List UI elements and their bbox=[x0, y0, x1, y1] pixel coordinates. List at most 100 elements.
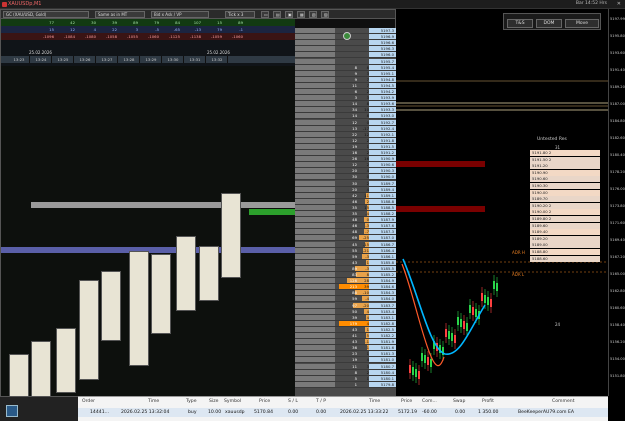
ladder-price: 5195.1 bbox=[369, 70, 396, 76]
col-size[interactable]: Size bbox=[209, 399, 218, 404]
col-time[interactable]: Time bbox=[148, 399, 159, 404]
ladder-volume: 50 bbox=[352, 308, 357, 314]
ladder-gray bbox=[295, 381, 335, 387]
tool-button-1[interactable]: ▭ bbox=[261, 11, 269, 18]
mode-selector[interactable]: Same as in MT bbox=[95, 11, 145, 18]
settings-gear-icon[interactable] bbox=[343, 32, 351, 40]
col-tp[interactable]: T / P bbox=[316, 399, 326, 404]
price-axis-label: 5151.80 bbox=[610, 374, 625, 378]
ladder-volume: 8 bbox=[354, 64, 357, 70]
footprint-bar[interactable] bbox=[79, 280, 99, 380]
summary-cell: 30 bbox=[91, 20, 96, 25]
footprint-bar[interactable] bbox=[221, 193, 241, 278]
col-time2[interactable]: Time bbox=[369, 399, 380, 404]
profile-row: 5191.80 2 bbox=[530, 150, 600, 156]
ts-button[interactable]: T&S bbox=[507, 19, 533, 28]
footprint-chart-area[interactable] bbox=[1, 66, 295, 396]
col-comment[interactable]: Comment bbox=[552, 399, 575, 404]
ladder-gray bbox=[295, 369, 335, 375]
ladder-gray bbox=[295, 302, 335, 308]
ladder-gray bbox=[295, 125, 335, 131]
ladder-delta: 12 bbox=[364, 131, 369, 137]
current-price-tag bbox=[249, 209, 295, 215]
tool-button-4[interactable]: ▦ bbox=[297, 11, 305, 18]
footprint-bar[interactable] bbox=[56, 328, 76, 393]
time-label: 13:29 bbox=[141, 56, 162, 63]
ladder-volume: 6 bbox=[354, 89, 357, 94]
profile-row: 5190.20 2 bbox=[530, 202, 600, 209]
footprint-bar[interactable] bbox=[101, 271, 121, 341]
ladder-delta: 8 bbox=[366, 272, 369, 277]
ladder-volume: 12 bbox=[352, 119, 357, 125]
bar-clock: Bar 14:52 Hrs bbox=[575, 1, 607, 6]
ladder-gray bbox=[295, 76, 335, 82]
price-axis-label: 5189.20 bbox=[610, 85, 625, 89]
ladder-price: 5190.6 bbox=[369, 162, 396, 168]
close-icon[interactable]: ✕ bbox=[617, 1, 621, 7]
untested-res-title: Untested Res bbox=[537, 137, 567, 142]
profile-row: 5189.80 2 bbox=[530, 216, 600, 222]
summary-cell: -1 bbox=[239, 27, 243, 32]
symbol-selector[interactable]: GC (XAU/USD, Gold) bbox=[3, 11, 89, 18]
footprint-window[interactable]: GC (XAU/USD, Gold) Same as in MT Bid x A… bbox=[0, 9, 396, 406]
footprint-bar[interactable] bbox=[9, 354, 29, 396]
ladder-delta: 4 bbox=[366, 320, 369, 326]
volume-ladder[interactable]: 5197.3 5196.9 5196.6 5196.3 5196.0 5195.7 8 8 51… bbox=[295, 28, 396, 406]
price-axis[interactable]: 5197.99 5195.80 5193.60 5191.40 5189.20 5187.… bbox=[608, 9, 625, 396]
tool-button-6[interactable]: ▨ bbox=[321, 11, 329, 18]
ticks-selector[interactable]: Tick x 3 bbox=[225, 11, 255, 18]
time-label: 13:32 bbox=[207, 56, 228, 63]
ladder-delta: -3 bbox=[365, 223, 369, 229]
footprint-bar[interactable] bbox=[199, 246, 219, 301]
ladder-delta: 1 bbox=[366, 351, 369, 357]
tool-button-2[interactable]: ▤ bbox=[273, 11, 281, 18]
col-sl[interactable]: S / L bbox=[288, 399, 298, 404]
footprint-bar[interactable] bbox=[129, 251, 149, 366]
ladder-gray bbox=[295, 290, 335, 296]
col-order[interactable]: Order bbox=[82, 399, 95, 404]
profile-row: 5190.90 bbox=[530, 169, 600, 176]
price-axis-label: 5162.80 bbox=[610, 289, 625, 293]
col-profit[interactable]: Profit bbox=[482, 399, 494, 404]
col-swap[interactable]: Swap bbox=[453, 399, 465, 404]
type-selector[interactable]: Bid x Ask / VP bbox=[151, 11, 209, 18]
ladder-row[interactable]: 1 5179.8 bbox=[295, 381, 396, 388]
ladder-price: 5186.4 bbox=[369, 247, 396, 253]
profile-bottom-count: 24 bbox=[555, 322, 561, 327]
ladder-volume: 16 bbox=[352, 150, 357, 155]
ladder-price: 5190.3 bbox=[369, 168, 396, 174]
ladder-delta: 4 bbox=[366, 314, 369, 320]
ladder-delta: 4 bbox=[366, 308, 369, 314]
ladder-price: 5181.6 bbox=[369, 345, 396, 351]
time-label: 13:23 bbox=[9, 56, 30, 63]
time-label-row: 13:23 13:24 13:25 13:26 13:27 13:28 13:29 13:30… bbox=[1, 56, 295, 63]
tool-button-5[interactable]: ▧ bbox=[309, 11, 317, 18]
ladder-delta: 8 bbox=[366, 64, 369, 70]
table-row[interactable]: 14441... 2026.02.25 13:32:04 buy 10.00 x… bbox=[78, 408, 608, 417]
col-type[interactable]: Type bbox=[186, 399, 197, 404]
ladder-volume: 19 bbox=[352, 357, 357, 363]
ladder-price: 5192.7 bbox=[369, 119, 396, 125]
ladder-volume: 1 bbox=[354, 381, 357, 387]
tool-button-3[interactable]: ▣ bbox=[285, 11, 293, 18]
col-comm[interactable]: Com... bbox=[422, 399, 437, 404]
footprint-bar[interactable] bbox=[176, 236, 196, 311]
ladder-gray bbox=[295, 223, 335, 229]
ladder-price: 5189.4 bbox=[369, 186, 396, 192]
ladder-gray bbox=[295, 229, 335, 235]
ladder-volume: 22 bbox=[352, 131, 357, 137]
footprint-bar[interactable] bbox=[31, 341, 51, 396]
ladder-gray bbox=[295, 119, 335, 125]
ladder-gray bbox=[295, 211, 335, 217]
col-symbol[interactable]: Symbol bbox=[224, 399, 241, 404]
move-button[interactable]: Move bbox=[565, 19, 599, 28]
price-axis-label: 5191.40 bbox=[610, 68, 625, 72]
col-price2[interactable]: Price bbox=[401, 399, 412, 404]
ladder-volume: 48 bbox=[352, 217, 357, 223]
calculator-icon[interactable] bbox=[6, 405, 18, 417]
summary-table: 77 42 30 39 89 79 84 107 15 89 15 12 4 22 3 -5 -65 -13 79-… bbox=[1, 19, 295, 66]
dom-button[interactable]: DOM bbox=[536, 19, 562, 28]
footprint-bar[interactable] bbox=[151, 254, 171, 334]
price-axis-label: 5165.00 bbox=[610, 272, 625, 276]
col-price[interactable]: Price bbox=[259, 399, 270, 404]
